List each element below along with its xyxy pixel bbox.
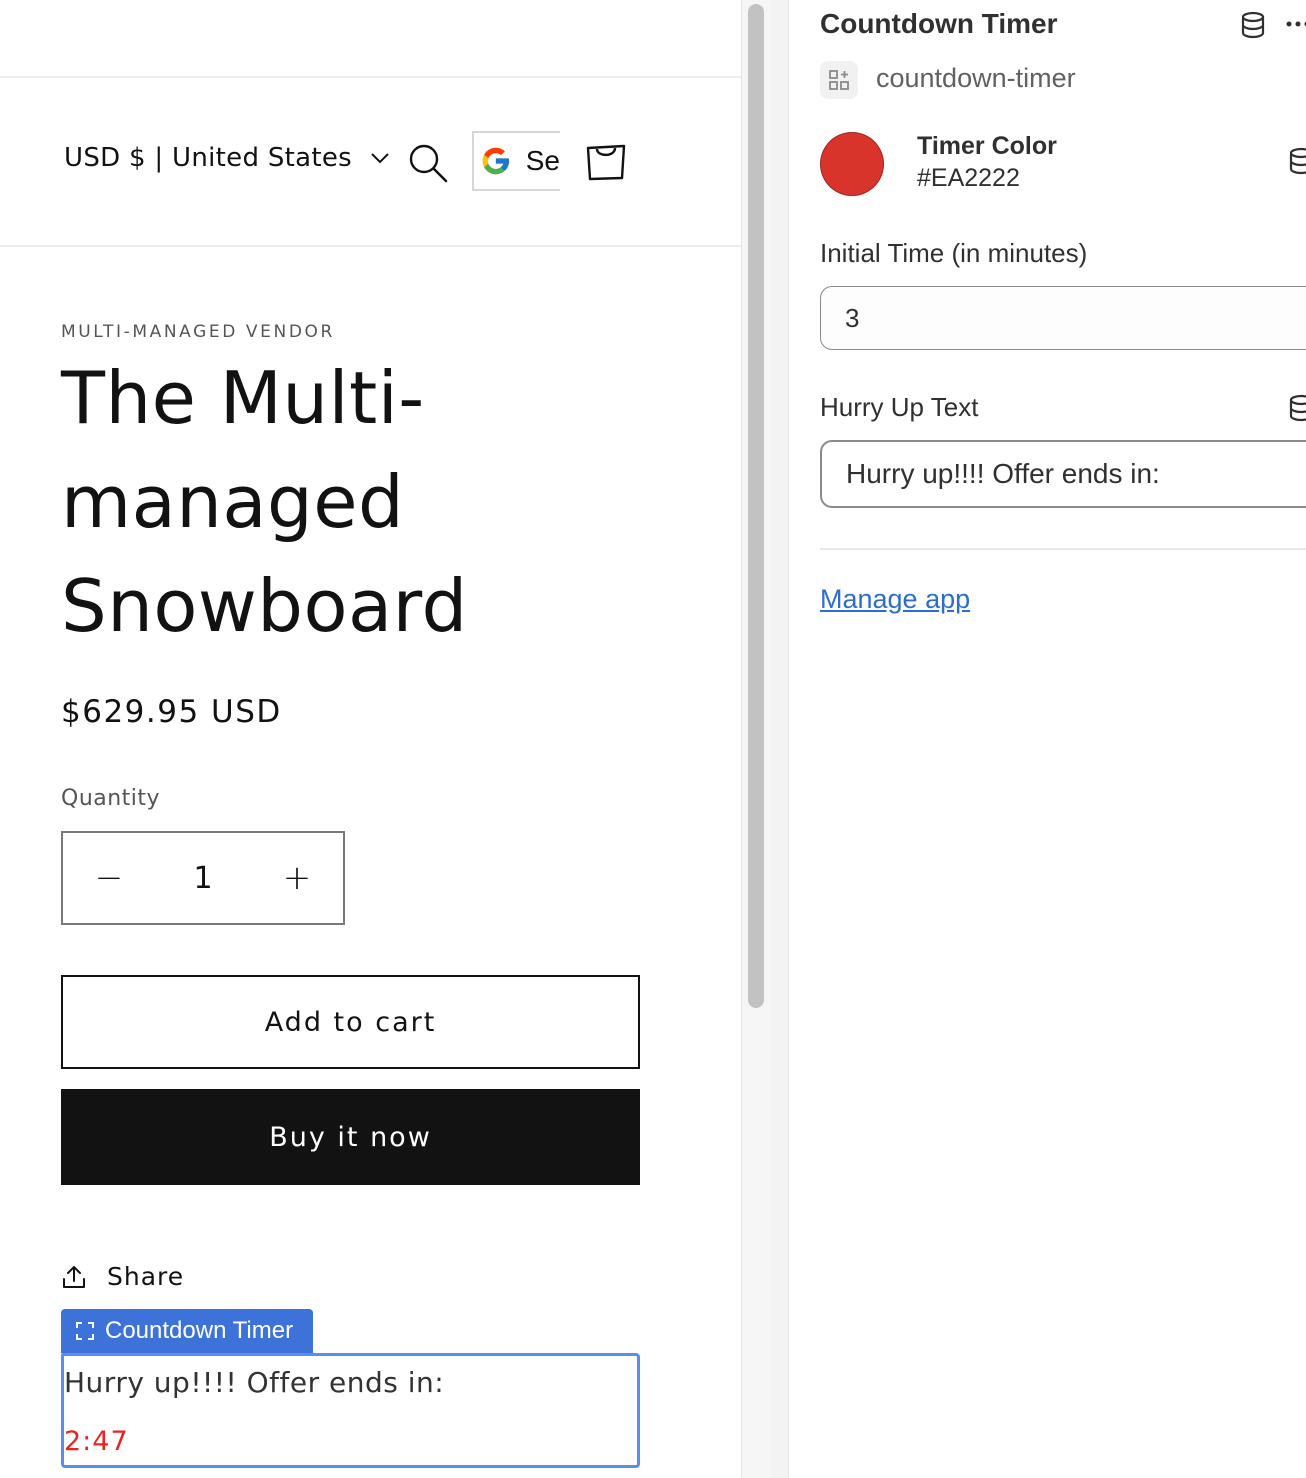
countdown-value: 2:47 xyxy=(64,1426,129,1457)
database-icon[interactable] xyxy=(1287,394,1306,422)
add-to-cart-button[interactable]: Add to cart xyxy=(61,975,640,1069)
google-icon xyxy=(482,147,510,175)
storefront-preview: USD $ | United States Se MULTI-MANAGED V… xyxy=(0,0,741,1478)
preview-scrollbar-thumb[interactable] xyxy=(748,4,764,1008)
product-price: $629.95 USD xyxy=(61,694,282,730)
database-icon[interactable] xyxy=(1287,147,1306,175)
currency-selector-label: USD $ | United States xyxy=(64,143,353,173)
manage-app-link[interactable]: Manage app xyxy=(820,584,970,615)
settings-panel: Countdown Timer countdown-timer Timer Co… xyxy=(789,0,1306,1478)
block-handle: countdown-timer xyxy=(876,63,1076,93)
more-icon[interactable] xyxy=(1285,12,1306,36)
database-icon[interactable] xyxy=(1239,11,1267,39)
quantity-decrease-button[interactable]: − xyxy=(63,833,155,923)
google-sign-in-button[interactable]: Se xyxy=(472,131,560,191)
quantity-input[interactable] xyxy=(155,859,251,897)
chevron-down-icon xyxy=(371,153,389,164)
timer-color-value: #EA2222 xyxy=(917,164,1020,192)
cart-icon[interactable] xyxy=(584,140,628,184)
share-label: Share xyxy=(107,1262,185,1291)
panel-gutter xyxy=(770,0,789,1478)
header-divider-bottom xyxy=(0,245,741,247)
app-block-selection-tag[interactable]: Countdown Timer xyxy=(61,1309,314,1353)
currency-selector[interactable]: USD $ | United States xyxy=(64,143,390,173)
app-block-tag-label: Countdown Timer xyxy=(105,1317,294,1344)
initial-time-input[interactable] xyxy=(820,286,1306,350)
hurry-up-text-label: Hurry Up Text xyxy=(820,392,979,422)
hurry-up-text-input[interactable] xyxy=(820,440,1306,508)
timer-color-label: Timer Color xyxy=(917,132,1057,160)
quantity-increase-button[interactable]: + xyxy=(251,833,343,923)
hurry-up-text: Hurry up!!!! Offer ends in: xyxy=(64,1366,445,1399)
header-divider-top xyxy=(0,76,741,78)
share-icon xyxy=(63,1265,85,1288)
app-block-icon xyxy=(820,61,858,99)
product-vendor: MULTI-MANAGED VENDOR xyxy=(61,322,335,342)
share-button[interactable]: Share xyxy=(61,1262,184,1291)
product-title: The Multi-managed Snowboard xyxy=(61,356,468,648)
timer-color-swatch[interactable] xyxy=(820,132,884,196)
quantity-stepper: − + xyxy=(61,831,345,925)
google-button-text: Se xyxy=(525,145,560,176)
block-select-icon xyxy=(76,1322,94,1340)
search-icon[interactable] xyxy=(407,142,449,184)
panel-divider xyxy=(820,548,1306,550)
initial-time-label: Initial Time (in minutes) xyxy=(820,238,1088,268)
panel-title: Countdown Timer xyxy=(820,8,1058,39)
buy-now-button[interactable]: Buy it now xyxy=(61,1089,640,1185)
quantity-label: Quantity xyxy=(61,786,161,811)
countdown-timer-block[interactable]: Hurry up!!!! Offer ends in: 2:47 xyxy=(61,1353,640,1468)
